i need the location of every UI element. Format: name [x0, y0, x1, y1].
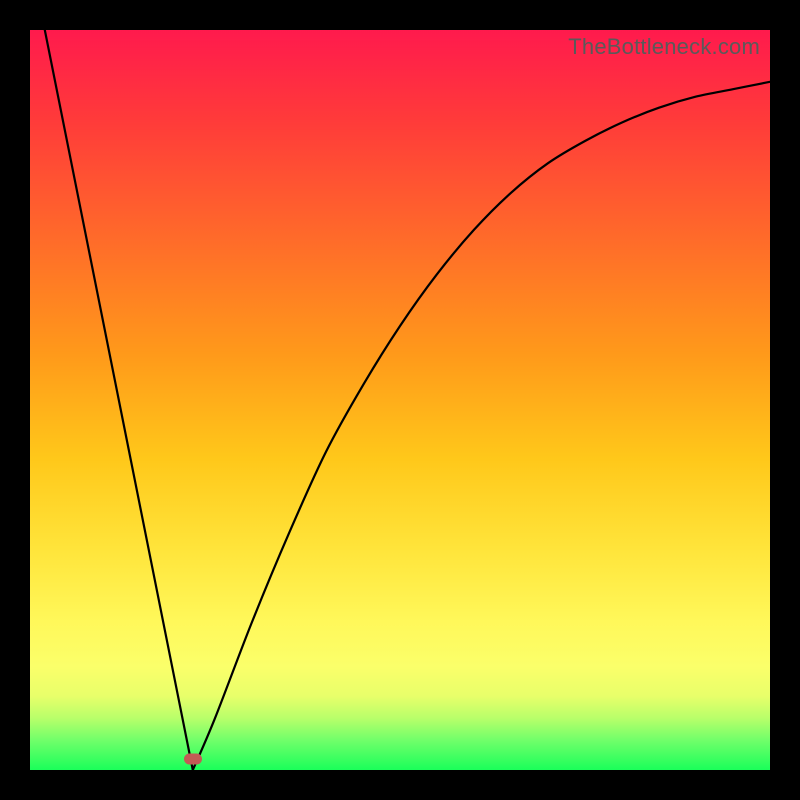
plot-area: TheBottleneck.com	[30, 30, 770, 770]
chart-frame: TheBottleneck.com	[0, 0, 800, 800]
minimum-marker	[184, 753, 202, 764]
bottleneck-curve	[30, 30, 770, 770]
